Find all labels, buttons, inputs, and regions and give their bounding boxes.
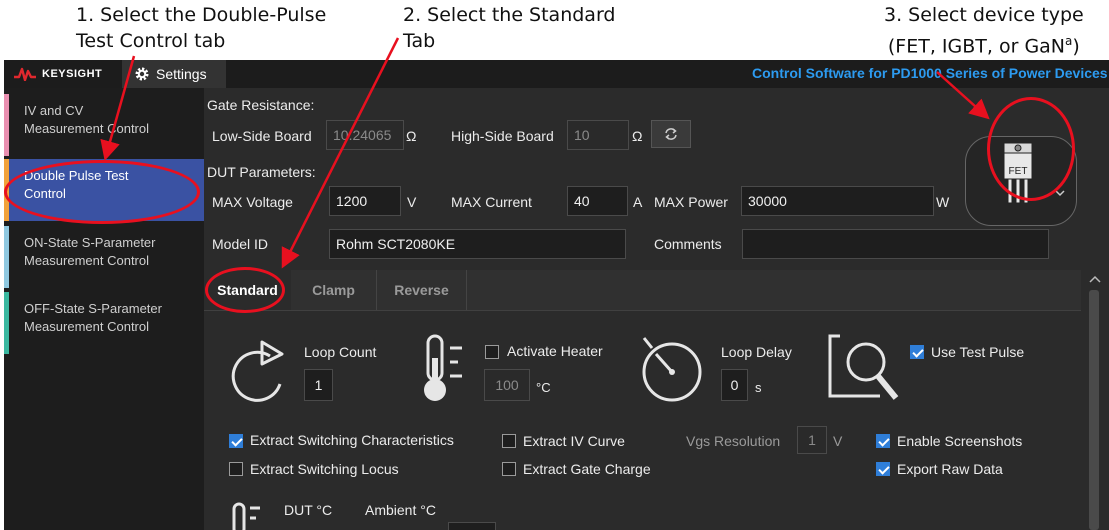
annotation-arrows	[100, 37, 990, 269]
arrow-step2	[281, 37, 400, 269]
arrow-step1	[100, 55, 136, 161]
arrow-step3	[936, 71, 990, 120]
